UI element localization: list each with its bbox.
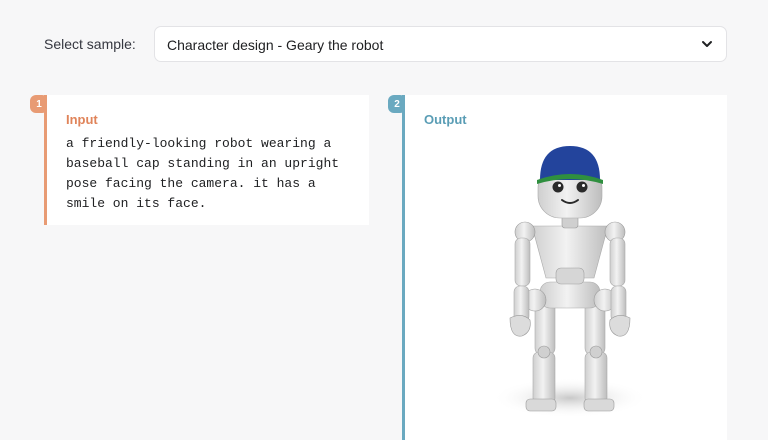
output-card-title: Output — [424, 112, 467, 127]
output-card: Output — [402, 95, 727, 440]
sample-select[interactable]: Character design - Geary the robot — [154, 26, 727, 62]
input-card-title: Input — [66, 112, 98, 127]
robot-output-image — [492, 146, 648, 418]
sample-select-value: Character design - Geary the robot — [167, 37, 384, 53]
input-card: Input a friendly-looking robot wearing a… — [44, 95, 369, 225]
chevron-down-icon — [702, 41, 712, 47]
input-prompt-text: a friendly-looking robot wearing a baseb… — [66, 136, 340, 211]
sample-selector-row: Select sample: Character design - Geary … — [0, 26, 768, 64]
sample-label: Select sample: — [44, 36, 136, 52]
